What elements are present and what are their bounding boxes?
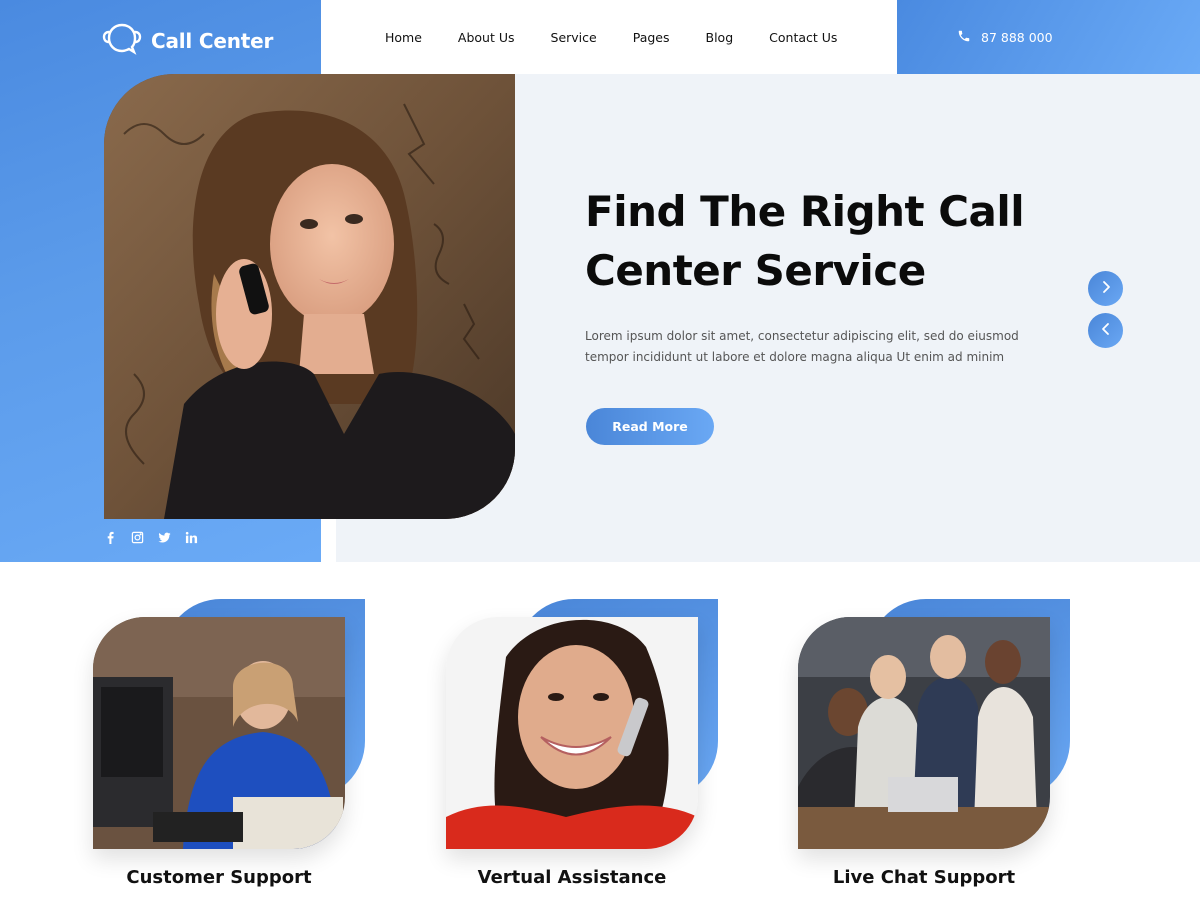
brand-name: Call Center bbox=[151, 29, 274, 53]
linkedin-icon[interactable] bbox=[184, 530, 198, 544]
service-image-customer-support bbox=[93, 617, 345, 849]
hero-description: Lorem ipsum dolor sit amet, consectetur … bbox=[585, 329, 1019, 364]
service-title[interactable]: Live Chat Support bbox=[798, 867, 1050, 888]
service-card-virtual-assistance[interactable]: Vertual Assistance bbox=[446, 599, 746, 889]
instagram-icon[interactable] bbox=[130, 530, 144, 544]
hero-title: Find The Right Call Center Service bbox=[585, 182, 1085, 300]
headset-chat-icon bbox=[102, 22, 142, 60]
service-title[interactable]: Vertual Assistance bbox=[446, 867, 698, 888]
social-links bbox=[103, 530, 198, 544]
nav-contact-us[interactable]: Contact Us bbox=[769, 30, 837, 45]
phone-contact[interactable]: 87 888 000 bbox=[897, 0, 1200, 74]
nav-about-us[interactable]: About Us bbox=[458, 30, 515, 45]
phone-icon bbox=[957, 28, 971, 47]
slider-prev-button[interactable] bbox=[1088, 313, 1123, 348]
nav-pages[interactable]: Pages bbox=[633, 30, 670, 45]
service-title[interactable]: Customer Support bbox=[93, 867, 345, 888]
service-card-live-chat-support[interactable]: Live Chat Support bbox=[798, 599, 1098, 889]
chevron-left-icon bbox=[1099, 321, 1113, 340]
phone-number: 87 888 000 bbox=[981, 29, 1053, 45]
twitter-icon[interactable] bbox=[157, 530, 171, 544]
service-card-customer-support[interactable]: Customer Support bbox=[93, 599, 393, 889]
hero-title-line-2: Center Service bbox=[585, 246, 926, 295]
service-image-live-chat-support bbox=[798, 617, 1050, 849]
nav-blog[interactable]: Blog bbox=[706, 30, 734, 45]
read-more-button[interactable]: Read More bbox=[586, 408, 714, 445]
hero-title-line-1: Find The Right Call bbox=[585, 187, 1025, 236]
brand-logo[interactable]: Call Center bbox=[102, 22, 273, 60]
chevron-right-icon bbox=[1099, 279, 1113, 298]
slider-next-button[interactable] bbox=[1088, 271, 1123, 306]
hero-image bbox=[104, 74, 515, 519]
nav-service[interactable]: Service bbox=[551, 30, 597, 45]
service-image-virtual-assistance bbox=[446, 617, 698, 849]
facebook-icon[interactable] bbox=[103, 530, 117, 544]
main-nav: Home About Us Service Pages Blog Contact… bbox=[321, 0, 897, 74]
nav-home[interactable]: Home bbox=[385, 30, 422, 45]
